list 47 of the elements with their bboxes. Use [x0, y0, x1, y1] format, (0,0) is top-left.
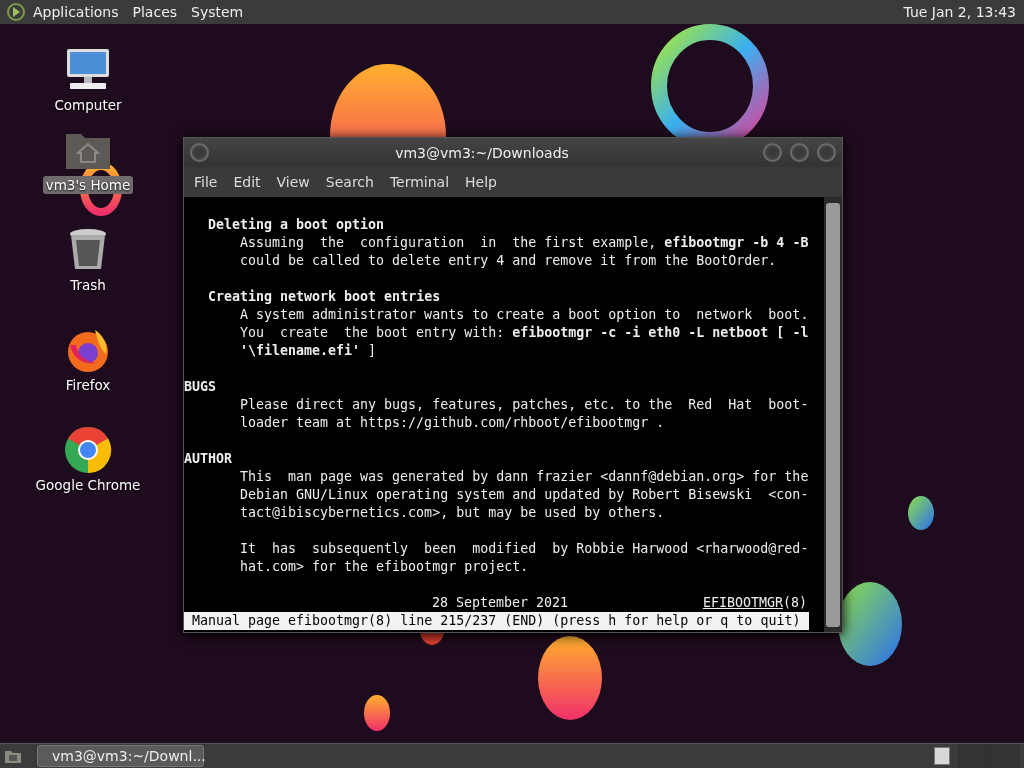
terminal-line: Assuming the configuration in the first example, efibootmgr -b 4 -B: [239, 234, 809, 252]
window-title: vm3@vm3:~/Downloads: [394, 144, 570, 161]
terminal-line: This man page was generated by dann frazier <dannf@debian.org> for the: [239, 468, 809, 486]
desktop-icon-label[interactable]: Google Chrome: [32, 476, 144, 494]
terminal-line: Please direct any bugs, features, patches, etc. to the Red Hat boot-: [239, 396, 809, 414]
terminal-line: '\filename.efi' ]: [239, 342, 377, 360]
section-heading: Creating network boot entries: [207, 288, 441, 306]
section-heading: BUGS: [184, 378, 217, 396]
panel-menu[interactable]: Places: [125, 4, 185, 20]
window-menu-button[interactable]: [190, 143, 209, 162]
section-heading: AUTHOR: [184, 450, 233, 468]
panel-menu[interactable]: Applications: [26, 4, 126, 20]
trash-icon: [68, 228, 108, 272]
section-heading: Deleting a boot option: [207, 216, 385, 234]
minimize-button[interactable]: [763, 143, 782, 162]
terminal-line: Debian GNU/Linux operating system and updated by Robert Bisewski <con-: [239, 486, 809, 504]
desktop-icon-label[interactable]: Firefox: [62, 376, 114, 394]
terminal-line: hat.com> for the efibootmgr project.: [239, 558, 529, 576]
scrollbar[interactable]: [824, 197, 842, 632]
footer-date: 28 September 2021: [432, 594, 569, 612]
terminal-line: loader team at https://github.com/rhboot/efibootmgr .: [239, 414, 665, 432]
menu-item[interactable]: Search: [317, 174, 382, 190]
panel-menu[interactable]: System: [184, 4, 251, 20]
taskbar-button[interactable]: vm3@vm3:~/Downl...: [37, 745, 204, 767]
desktop-icon-label[interactable]: Computer: [51, 96, 125, 114]
flame-globe-icon: [65, 327, 111, 373]
desktop-icon-label[interactable]: vm3's Home: [42, 176, 134, 194]
footer-title: EFIBOOTMGR(8): [702, 594, 807, 612]
terminal-line: could be called to delete entry 4 and remove it from the BootOrder.: [239, 252, 777, 270]
terminal-line: A system administrator wants to create a boot option to network boot.: [239, 306, 809, 324]
terminal-line: tact@ibiscybernetics.com>, but may be used by others.: [239, 504, 665, 522]
menu-item[interactable]: Terminal: [381, 174, 458, 190]
terminal-line: It has subsequently been modified by Robbie Harwood <rharwood@red-: [239, 540, 809, 558]
menu-item[interactable]: Edit: [225, 174, 269, 190]
wheel-icon: [64, 426, 112, 474]
terminal-line: You create the boot entry with: efibootmgr -c -i eth0 -L netboot [ -l: [239, 324, 809, 342]
monitor-icon: [64, 48, 112, 92]
panel-logo-icon[interactable]: [6, 2, 26, 22]
show-desktop-icon[interactable]: [4, 748, 22, 764]
workspace-switcher[interactable]: [934, 747, 950, 765]
close-button[interactable]: [817, 143, 836, 162]
maximize-button[interactable]: [790, 143, 809, 162]
desktop-icon-label[interactable]: Trash: [67, 276, 109, 294]
menu-item[interactable]: File: [186, 174, 226, 190]
menu-item[interactable]: View: [268, 174, 318, 190]
menu-item[interactable]: Help: [457, 174, 505, 190]
clock[interactable]: Tue Jan 2, 13:43: [903, 4, 1016, 20]
